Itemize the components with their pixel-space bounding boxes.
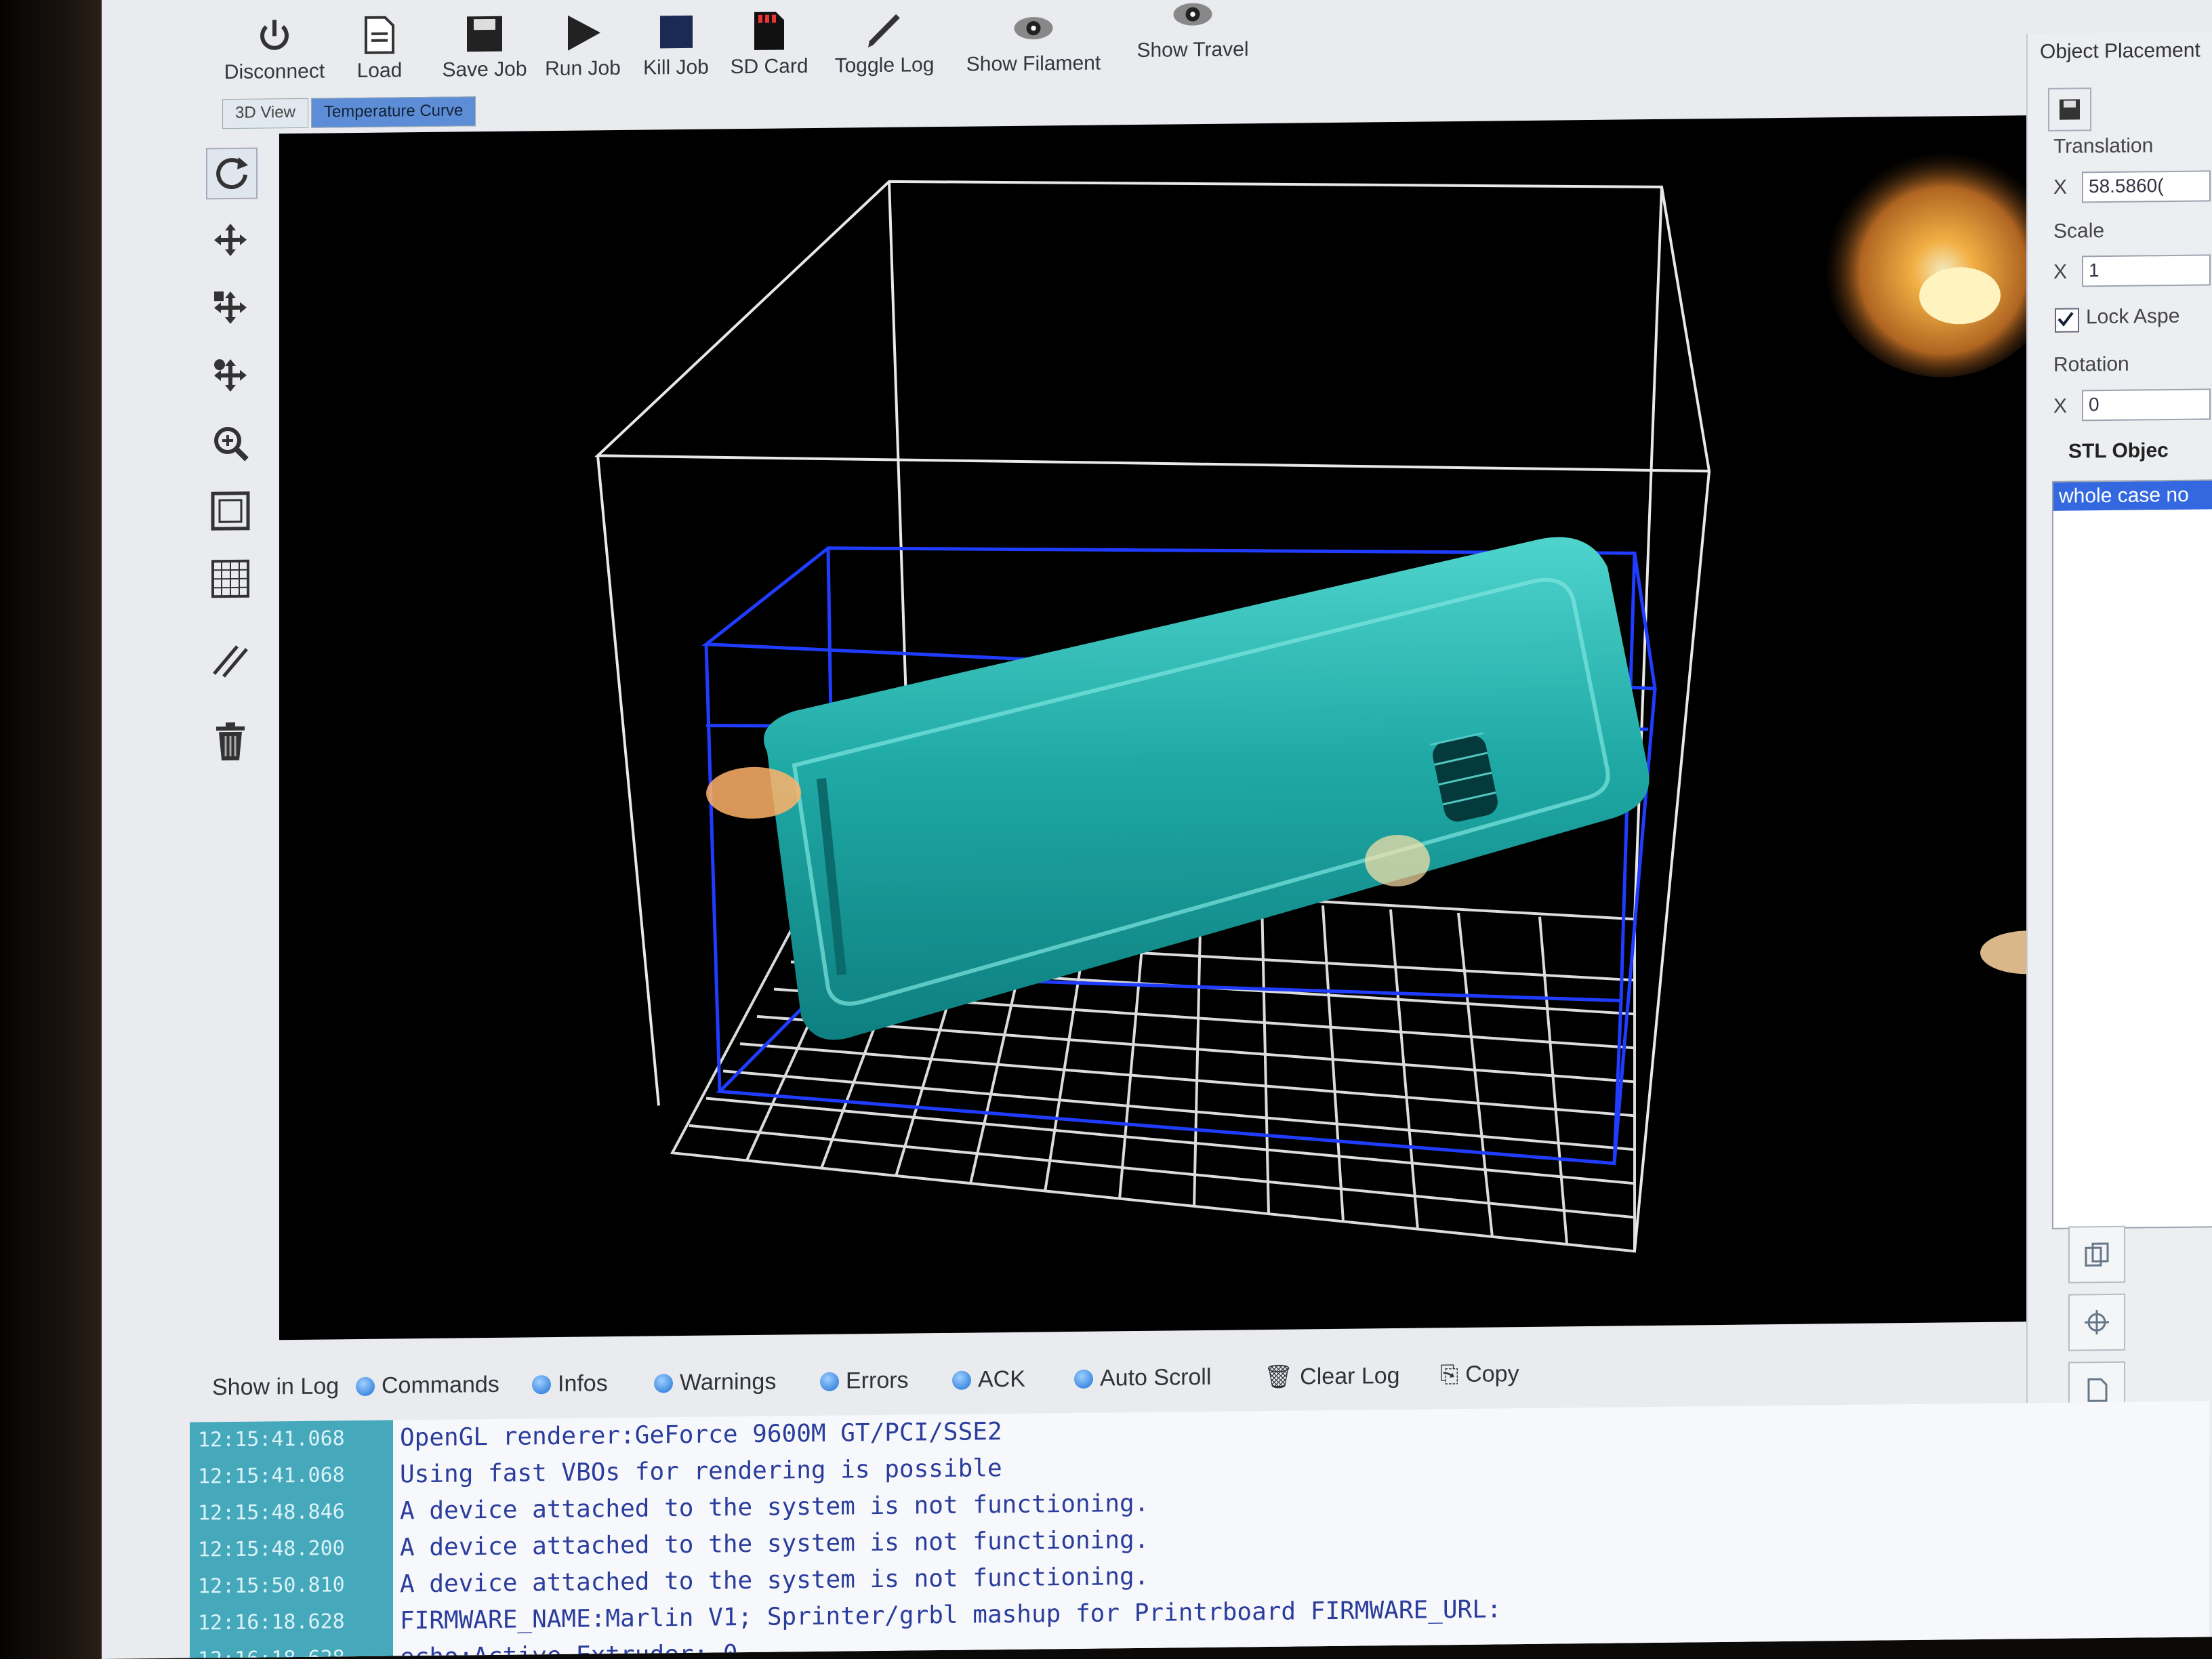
- copy-log-button[interactable]: ⎘ Copy: [1440, 1361, 1519, 1388]
- auto-scroll-toggle[interactable]: Auto Scroll: [1074, 1364, 1211, 1392]
- lock-aspect-checkbox[interactable]: [2055, 308, 2079, 333]
- lock-aspect-label: Lock Aspe: [2086, 304, 2180, 329]
- checkmark-icon: [2057, 312, 2074, 327]
- monitor-bezel: [0, 0, 102, 1659]
- radio-icon: [1074, 1369, 1093, 1389]
- move-icon[interactable]: [206, 216, 255, 265]
- panel-title: Object Placement: [2040, 39, 2200, 64]
- stl-object-item[interactable]: whole case no: [2053, 480, 2212, 511]
- log-timestamps: 12:15:41.068 12:15:41.068 12:15:48.846 1…: [190, 1420, 393, 1659]
- eye-icon: [1172, 0, 1213, 33]
- radio-icon: [532, 1374, 551, 1394]
- save-object-button[interactable]: [2048, 87, 2091, 131]
- log-timestamp: 12:16:18.628: [198, 1610, 345, 1635]
- radio-icon: [356, 1376, 375, 1396]
- ack-toggle[interactable]: ACK: [952, 1366, 1025, 1393]
- copy-icon: [2085, 1242, 2109, 1267]
- repetier-host-window: Disconnect Load Save Job Run Job Kill Jo…: [102, 0, 2212, 1659]
- log-timestamp: 12:15:48.200: [198, 1536, 345, 1562]
- save-icon: [2060, 99, 2080, 120]
- show-filament-button[interactable]: Show Filament: [962, 0, 1105, 77]
- 3d-viewport[interactable]: [279, 114, 2150, 1340]
- rotation-x-axis: X: [2053, 394, 2068, 417]
- rotation-x-input[interactable]: 0: [2082, 388, 2211, 422]
- copy-object-button[interactable]: [2068, 1225, 2125, 1284]
- log-panel: 12:15:41.068 12:15:41.068 12:15:48.846 1…: [190, 1401, 2209, 1659]
- show-travel-button[interactable]: Show Travel: [1125, 0, 1261, 62]
- save-icon: [464, 15, 505, 54]
- commands-toggle[interactable]: Commands: [356, 1372, 499, 1399]
- log-timestamp: 12:15:41.068: [198, 1427, 345, 1452]
- pencil-icon: [864, 11, 905, 49]
- copy-icon: ⎘: [1440, 1361, 1459, 1388]
- show-in-log-label: Show in Log: [212, 1373, 340, 1401]
- zoom-icon[interactable]: [206, 419, 255, 468]
- disconnect-button[interactable]: Disconnect: [224, 3, 325, 85]
- eye-icon: [1013, 9, 1054, 47]
- radio-icon: [820, 1372, 839, 1391]
- kill-job-button[interactable]: Kill Job: [634, 0, 718, 80]
- translation-label: Translation: [2053, 134, 2154, 158]
- view-tools: [190, 134, 271, 785]
- log-timestamp: 12:16:18.628: [198, 1646, 345, 1659]
- trash-icon[interactable]: [206, 717, 255, 766]
- load-file-icon: [359, 16, 400, 54]
- log-messages: OpenGL renderer:GeForce 9600M GT/PCI/SSE…: [400, 1408, 1502, 1659]
- move-viewpoint-icon[interactable]: [206, 351, 255, 401]
- clear-log-button[interactable]: 🗑 Clear Log: [1264, 1362, 1400, 1391]
- sd-card-icon: [749, 12, 790, 50]
- rotation-label: Rotation: [2053, 352, 2129, 376]
- translation-x-axis: X: [2053, 176, 2068, 199]
- log-timestamp: 12:15:41.068: [198, 1463, 345, 1489]
- scale-label: Scale: [2053, 220, 2105, 243]
- tab-3d-view[interactable]: 3D View: [222, 98, 308, 129]
- trash-icon: 🗑: [1264, 1364, 1294, 1391]
- sd-card-button[interactable]: SD Card: [725, 0, 813, 79]
- scale-x-axis: X: [2053, 260, 2068, 283]
- grid-view-icon[interactable]: [206, 554, 255, 604]
- radio-icon: [654, 1373, 673, 1393]
- save-job-button[interactable]: Save Job: [441, 1, 529, 81]
- parallel-view-icon[interactable]: [206, 636, 255, 685]
- infos-toggle[interactable]: Infos: [532, 1370, 608, 1397]
- load-button[interactable]: Load: [346, 2, 413, 83]
- tab-temperature-curve[interactable]: Temperature Curve: [310, 96, 476, 128]
- power-icon: [254, 17, 295, 56]
- stl-objects-list: whole case no: [2052, 479, 2212, 1229]
- stop-icon: [656, 13, 697, 52]
- toggle-log-button[interactable]: Toggle Log: [827, 0, 942, 78]
- log-timestamp: 12:15:48.846: [198, 1500, 345, 1525]
- move-object-icon[interactable]: [206, 283, 255, 333]
- center-icon: [2085, 1310, 2109, 1335]
- scale-x-input[interactable]: 1: [2082, 254, 2211, 287]
- translation-x-input[interactable]: 58.5860(: [2082, 170, 2211, 203]
- main-toolbar: Disconnect Load Save Job Run Job Kill Jo…: [224, 0, 1410, 87]
- view-tabs: 3D View Temperature Curve: [222, 96, 478, 129]
- errors-toggle[interactable]: Errors: [820, 1368, 909, 1395]
- stl-model-phone-case[interactable]: [764, 536, 1650, 1040]
- rotate-icon[interactable]: [206, 147, 258, 200]
- front-view-icon[interactable]: [206, 487, 255, 536]
- radio-icon: [952, 1370, 971, 1390]
- object-placement-panel: Object Placement Translation X 58.5860( …: [2026, 32, 2212, 1458]
- warnings-toggle[interactable]: Warnings: [654, 1369, 776, 1397]
- play-icon: [562, 14, 603, 52]
- stl-objects-label: STL Objec: [2068, 439, 2169, 463]
- log-timestamp: 12:15:50.810: [198, 1573, 345, 1599]
- run-job-button[interactable]: Run Job: [539, 0, 627, 81]
